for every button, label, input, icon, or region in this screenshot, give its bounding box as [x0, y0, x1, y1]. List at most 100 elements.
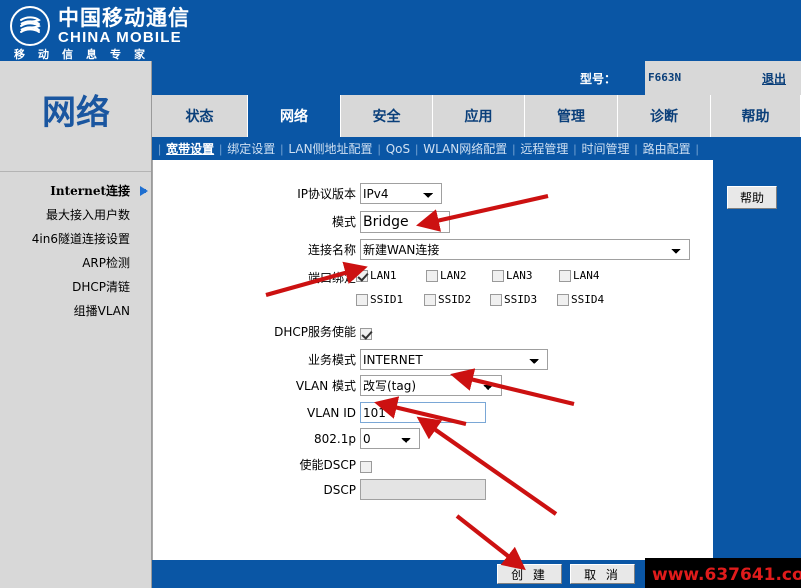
lan-checkbox[interactable] [492, 270, 504, 282]
main-tab[interactable]: 状态 [152, 95, 248, 137]
port-binding-lan-item: LAN2 [426, 266, 467, 286]
page-title: 网络 [42, 93, 110, 133]
main-tab-label: 状态 [185, 109, 214, 125]
ssid-checkbox-label[interactable]: SSID2 [436, 293, 471, 306]
main-tab[interactable]: 安全 [341, 95, 433, 137]
dscp-label: DSCP [323, 483, 356, 497]
vlan-id-control [360, 402, 486, 423]
sub-nav-item[interactable]: 时间管理 [580, 140, 632, 157]
left-panel: 网络 Internet连接 最大接入用户数 4in6隧道连接设置 ARP检测 DHCP清… [0, 61, 152, 588]
sidebar-item[interactable]: DHCP清链 [0, 275, 152, 299]
cancel-button[interactable]: 取 消 [570, 564, 635, 584]
lan-checkbox[interactable] [356, 270, 368, 282]
port-binding-lan-item: LAN3 [492, 266, 533, 286]
row-connection-name: 连接名称 新建WAN连接 [153, 238, 714, 262]
brand-logo: 中国移动通信 CHINA MOBILE [10, 6, 190, 46]
sub-nav-item[interactable]: LAN侧地址配置 [286, 140, 374, 157]
main-tab-label: 诊断 [650, 109, 678, 125]
watermark-text: www.637641.com [652, 565, 801, 585]
mode-field[interactable] [360, 211, 450, 233]
model-label: 型号： [580, 72, 617, 86]
row-ip-version: IP协议版本 IPv4IPv6IPv4&IPv6 [153, 182, 714, 206]
ssid-checkbox[interactable] [424, 294, 436, 306]
ssid-checkbox-label[interactable]: SSID1 [368, 293, 403, 306]
create-button[interactable]: 创 建 [497, 564, 562, 584]
vlan-mode-label: VLAN 模式 [295, 379, 356, 393]
lan-checkbox[interactable] [559, 270, 571, 282]
row-dot1p: 802.1p 01234567 [153, 427, 714, 451]
brand-text: 中国移动通信 CHINA MOBILE [58, 7, 190, 46]
main-tab[interactable]: 网络 [248, 95, 341, 137]
sub-nav-separator: | [219, 141, 223, 156]
vlan-id-input[interactable] [360, 402, 486, 423]
dscp-enable-label: 使能DSCP [299, 458, 356, 472]
lan-checkbox-label[interactable]: LAN1 [368, 269, 397, 282]
brand-name-en: CHINA MOBILE [58, 28, 182, 46]
brand-name-cn: 中国移动通信 [58, 5, 190, 30]
dot1p-select[interactable]: 01234567 [360, 428, 420, 449]
dot1p-control: 01234567 [360, 428, 420, 449]
ssid-checkbox[interactable] [557, 294, 569, 306]
sidebar-item-label: DHCP清链 [72, 280, 130, 294]
sidebar-item[interactable]: ARP检测 [0, 251, 152, 275]
main-tab[interactable]: 应用 [433, 95, 525, 137]
sub-nav-item[interactable]: 绑定设置 [225, 140, 277, 157]
lan-checkbox-label[interactable]: LAN2 [438, 269, 467, 282]
ssid-checkbox[interactable] [356, 294, 368, 306]
main-tab[interactable]: 帮助 [711, 95, 801, 137]
lan-checkbox-label[interactable]: LAN4 [571, 269, 600, 282]
sidebar-item[interactable]: 4in6隧道连接设置 [0, 227, 152, 251]
logout-link[interactable]: 退出 [762, 70, 786, 87]
site-header: 中国移动通信 CHINA MOBILE 移动信息专家 [0, 0, 801, 61]
sub-nav-separator: | [573, 141, 577, 156]
row-dhcp-enable: DHCP服务使能 [153, 320, 714, 344]
wan-connection-form: IP协议版本 IPv4IPv6IPv4&IPv6 模式 连接名称 新建WAN连接… [153, 160, 714, 560]
port-binding-control: LAN1 LAN2 LAN3 LAN4 SSID1 SSID2 SSID3 SSID4 [356, 266, 716, 314]
sidebar-item[interactable]: 组播VLAN [0, 299, 152, 323]
port-binding-ssid-item: SSID3 [490, 290, 537, 310]
left-divider [0, 171, 152, 172]
dscp-enable-checkbox[interactable] [360, 460, 372, 473]
help-button[interactable]: 帮助 [727, 186, 777, 209]
ip-version-select[interactable]: IPv4IPv6IPv4&IPv6 [360, 183, 442, 204]
service-mode-control: INTERNETTR069OTHERVOIP [360, 349, 548, 370]
dhcp-enable-control [360, 325, 372, 343]
main-tab-label: 网络 [280, 109, 308, 125]
mode-label: 模式 [331, 215, 356, 229]
sub-nav-item[interactable]: 远程管理 [518, 140, 570, 157]
main-tab[interactable]: 管理 [525, 95, 618, 137]
vlan-mode-select[interactable]: 改写(tag)透传TagUntag [360, 375, 502, 396]
sub-nav-item[interactable]: 宽带设置 [164, 140, 216, 157]
dhcp-enable-checkbox[interactable] [360, 327, 372, 340]
port-binding-lan-item: LAN4 [559, 266, 600, 286]
sub-nav-bar: | 宽带设置 | 绑定设置 | LAN侧地址配置 | QoS | WLAN网络配置 | 远程管理 | 时间… [152, 137, 801, 160]
row-mode: 模式 [153, 210, 714, 234]
sub-nav-item[interactable]: WLAN网络配置 [421, 140, 509, 157]
sidebar-item[interactable]: Internet连接 [0, 179, 152, 203]
ssid-checkbox-label[interactable]: SSID3 [502, 293, 537, 306]
connection-name-select[interactable]: 新建WAN连接 [360, 239, 690, 260]
main-tab-label: 管理 [557, 109, 585, 125]
sub-nav-separator: | [377, 141, 381, 156]
row-port-binding: 端口绑定 LAN1 LAN2 LAN3 LAN4 SSID1 SSID2 SSID3 SSI… [153, 266, 714, 316]
lan-checkbox-group: LAN1 LAN2 LAN3 LAN4 [356, 266, 716, 290]
lan-checkbox-label[interactable]: LAN3 [504, 269, 533, 282]
sidebar-item-label: ARP检测 [82, 256, 130, 270]
service-mode-select[interactable]: INTERNETTR069OTHERVOIP [360, 349, 548, 370]
main-tab[interactable]: 诊断 [618, 95, 711, 137]
port-binding-ssid-item: SSID2 [424, 290, 471, 310]
lan-checkbox[interactable] [426, 270, 438, 282]
sidebar-item[interactable]: 最大接入用户数 [0, 203, 152, 227]
dhcp-enable-label: DHCP服务使能 [274, 325, 356, 339]
ssid-checkbox[interactable] [490, 294, 502, 306]
china-mobile-wave-icon [20, 16, 41, 33]
brand-slogan: 移动信息专家 [14, 48, 158, 61]
row-service-mode: 业务模式 INTERNETTR069OTHERVOIP [153, 348, 714, 372]
china-mobile-logo-icon [10, 6, 50, 46]
sub-nav-separator: | [415, 141, 419, 156]
sub-nav-item[interactable]: QoS [384, 142, 412, 156]
model-value: F663N [648, 71, 682, 84]
ssid-checkbox-label[interactable]: SSID4 [569, 293, 604, 306]
sub-nav-item[interactable]: 路由配置 [641, 140, 693, 157]
ssid-checkbox-group: SSID1 SSID2 SSID3 SSID4 [356, 290, 716, 314]
